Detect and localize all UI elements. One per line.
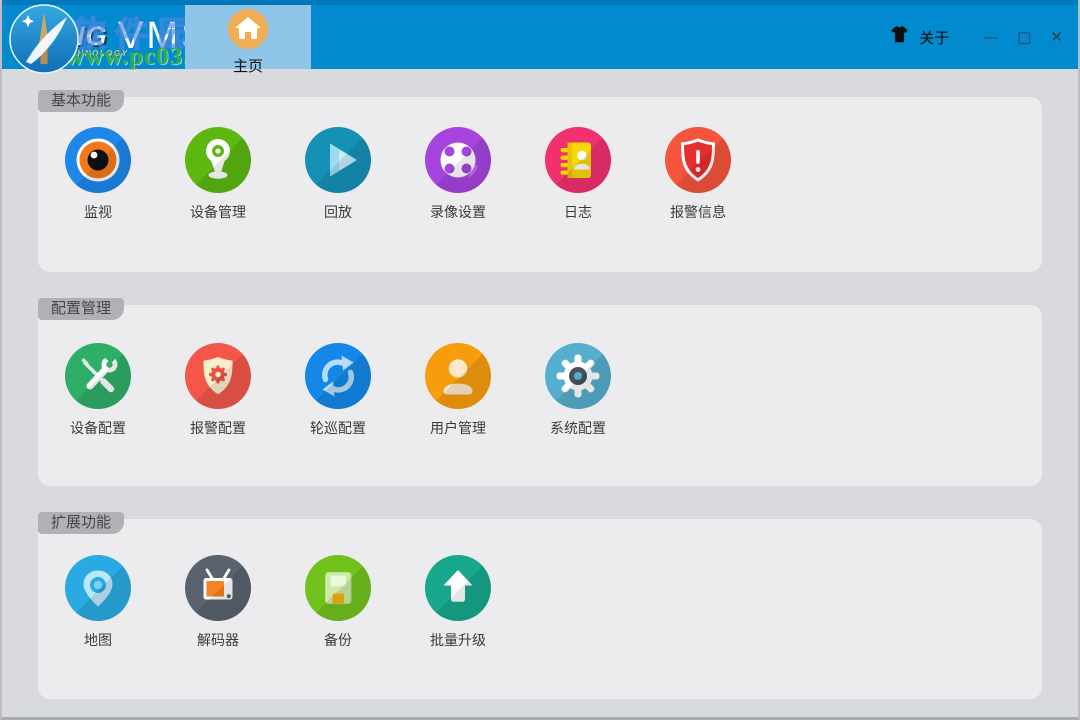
home-icon [228, 9, 268, 54]
tab-home[interactable]: 主页 [185, 5, 311, 69]
app-map[interactable]: 地图 [38, 555, 158, 650]
app-playback[interactable]: 回放 [278, 127, 398, 222]
app-monitor[interactable]: 监视 [38, 127, 158, 222]
backup-icon [305, 555, 371, 621]
section-panel: 监视 设备管理 [38, 97, 1042, 272]
app-system-config[interactable]: 系统配置 [518, 343, 638, 438]
app-label: 解码器 [197, 630, 239, 650]
app-device-management[interactable]: 设备管理 [158, 127, 278, 222]
app-label: 设备管理 [190, 202, 246, 222]
tab-home-label: 主页 [233, 55, 263, 76]
about-label: 关于 [919, 27, 949, 48]
app-tour-config[interactable]: 轮巡配置 [278, 343, 398, 438]
app-label: 轮巡配置 [310, 418, 366, 438]
map-icon [65, 555, 131, 621]
section-panel: 设备配置 [38, 305, 1042, 486]
app-label: 录像设置 [430, 202, 486, 222]
app-window: ENG TECHNOLOGY VMS 软件园 www.pc0359.cn 主页 [0, 0, 1080, 720]
user-management-icon [425, 343, 491, 409]
system-config-icon [545, 343, 611, 409]
company-logo-icon [7, 2, 81, 76]
app-label: 设备配置 [70, 418, 126, 438]
window-controls: — □ ✕ [983, 30, 1063, 45]
section-title: 基本功能 [38, 90, 124, 112]
about-button[interactable]: 关于 [889, 25, 949, 49]
titlebar: ENG TECHNOLOGY VMS 软件园 www.pc0359.cn 主页 [2, 0, 1078, 69]
app-log[interactable]: 日志 [518, 127, 638, 222]
maximize-button[interactable]: □ [1017, 30, 1031, 45]
log-icon [545, 127, 611, 193]
minimize-button[interactable]: — [983, 30, 998, 45]
app-label: 备份 [324, 630, 352, 650]
section-title: 扩展功能 [38, 512, 124, 534]
app-label: 批量升级 [430, 630, 486, 650]
app-label: 监视 [84, 202, 112, 222]
close-button[interactable]: ✕ [1050, 30, 1063, 45]
section-panel: 地图 解码器 [38, 519, 1042, 699]
app-record-settings[interactable]: 录像设置 [398, 127, 518, 222]
section-config-management: 配置管理 [38, 298, 1042, 486]
batch-upgrade-icon [425, 555, 491, 621]
playback-icon [305, 127, 371, 193]
monitor-icon [65, 127, 131, 193]
section-basic-functions: 基本功能 监视 [38, 90, 1042, 272]
main-content: 基本功能 监视 [2, 69, 1078, 717]
app-label: 日志 [564, 202, 592, 222]
alarm-info-icon [665, 127, 731, 193]
decoder-icon [185, 555, 251, 621]
app-alarm-config[interactable]: 报警配置 [158, 343, 278, 438]
app-label: 报警信息 [670, 202, 726, 222]
app-batch-upgrade[interactable]: 批量升级 [398, 555, 518, 650]
app-label: 报警配置 [190, 418, 246, 438]
device-config-icon [65, 343, 131, 409]
device-management-icon [185, 127, 251, 193]
tour-config-icon [305, 343, 371, 409]
section-extended-functions: 扩展功能 地图 [38, 512, 1042, 699]
tshirt-icon [889, 25, 910, 49]
app-backup[interactable]: 备份 [278, 555, 398, 650]
app-decoder[interactable]: 解码器 [158, 555, 278, 650]
alarm-config-icon [185, 343, 251, 409]
app-alarm-info[interactable]: 报警信息 [638, 127, 758, 222]
section-title: 配置管理 [38, 298, 124, 320]
record-settings-icon [425, 127, 491, 193]
app-label: 回放 [324, 202, 352, 222]
app-label: 地图 [84, 630, 112, 650]
app-label: 用户管理 [430, 418, 486, 438]
app-device-config[interactable]: 设备配置 [38, 343, 158, 438]
app-label: 系统配置 [550, 418, 606, 438]
app-user-management[interactable]: 用户管理 [398, 343, 518, 438]
